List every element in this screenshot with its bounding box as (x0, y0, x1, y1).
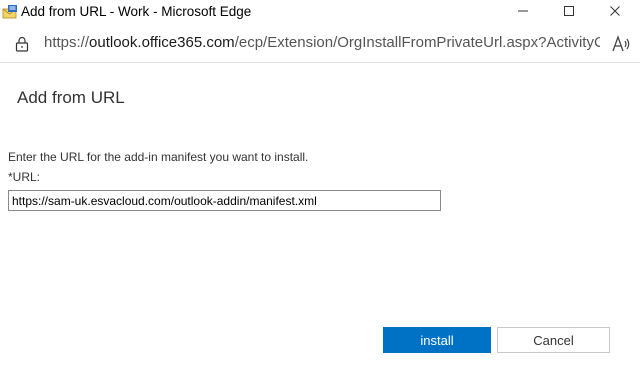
install-button[interactable]: install (383, 327, 491, 353)
url-display[interactable]: https://outlook.office365.com/ecp/Extens… (44, 34, 600, 51)
address-bar[interactable]: https://outlook.office365.com/ecp/Extens… (0, 26, 640, 62)
outlook-envelope-icon (2, 4, 18, 20)
url-field-label: *URL: (8, 170, 41, 184)
maximize-button[interactable] (546, 0, 592, 26)
close-button[interactable] (592, 0, 638, 26)
instructions-text: Enter the URL for the add-in manifest yo… (8, 150, 309, 164)
title-bar: Add from URL - Work - Microsoft Edge (0, 0, 640, 26)
address-bar-divider (0, 62, 640, 63)
cancel-button[interactable]: Cancel (497, 327, 610, 353)
page-title: Add from URL (17, 88, 125, 107)
close-icon (609, 4, 621, 22)
lock-icon[interactable] (15, 36, 29, 52)
read-aloud-icon[interactable] (611, 35, 631, 53)
url-path: /ecp/Extension/OrgInstallFromPrivateUrl.… (234, 34, 600, 51)
minimize-icon (517, 4, 529, 22)
url-prefix: https:// (44, 34, 90, 51)
url-host: outlook.office365.com (89, 34, 235, 51)
browser-window: Add from URL - Work - Microsoft Edge htt… (0, 0, 640, 381)
minimize-button[interactable] (500, 0, 546, 26)
maximize-icon (563, 4, 575, 22)
url-input[interactable] (8, 190, 441, 211)
window-title: Add from URL - Work - Microsoft Edge (21, 4, 252, 19)
